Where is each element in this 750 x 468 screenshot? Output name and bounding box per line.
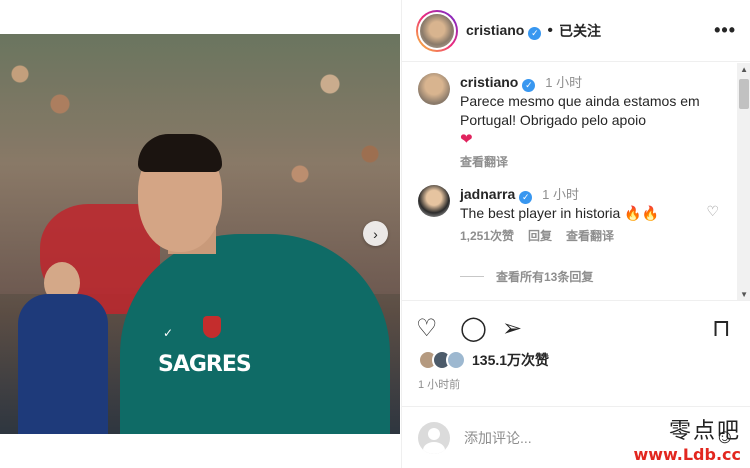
staff-figure — [18, 294, 108, 434]
scroll-thumb[interactable] — [739, 79, 749, 109]
post-header: cristiano ✓ • 已关注 ••• — [402, 0, 750, 62]
comment-time: 1 小时 — [542, 187, 579, 202]
add-comment-bar: ☺ 零点吧 www.Ldb.cc — [402, 406, 750, 468]
more-options-icon[interactable]: ••• — [714, 20, 736, 41]
comment-text: Parece mesmo que ainda estamos em Portug… — [460, 93, 700, 148]
post-actions: ♡ ◯ ➢ ⊓ — [416, 316, 736, 344]
comment-likes[interactable]: 1,251次赞 — [460, 227, 514, 246]
comment-avatar[interactable] — [418, 185, 450, 217]
author-avatar[interactable] — [416, 9, 458, 52]
liker-avatar — [446, 350, 466, 370]
comments-list: cristiano ✓ 1 小时 Parece mesmo que ainda e… — [402, 63, 750, 301]
current-user-avatar — [418, 421, 450, 454]
player-hair — [138, 134, 222, 172]
comment-item: cristiano ✓ 1 小时 Parece mesmo que ainda e… — [418, 73, 728, 172]
scroll-down-icon[interactable]: ▼ — [740, 290, 748, 299]
sponsor-logo: SAGRES — [158, 352, 252, 377]
see-translation-link[interactable]: 查看翻译 — [566, 227, 614, 246]
author-username[interactable]: cristiano ✓ — [466, 22, 542, 40]
comment-username[interactable]: jadnarra — [460, 186, 515, 202]
post-photo[interactable]: ✓ SAGRES — [0, 34, 400, 434]
comment-time: 1 小时 — [545, 75, 583, 90]
verified-icon: ✓ — [528, 26, 542, 40]
watermark-url: www.Ldb.cc — [633, 445, 741, 464]
federation-crest — [203, 316, 221, 338]
comment-avatar[interactable] — [418, 73, 450, 105]
watermark-chinese: 零点吧 — [668, 419, 741, 444]
follow-status-button[interactable]: 已关注 — [559, 21, 601, 41]
nike-logo: ✓ — [163, 326, 174, 340]
post-media-panel: ✓ SAGRES › — [0, 0, 401, 468]
likes-row[interactable]: 135.1万次赞 — [418, 350, 549, 370]
like-heart-icon[interactable]: ♡ — [416, 316, 438, 342]
scroll-up-icon[interactable]: ▲ — [740, 65, 748, 74]
see-translation-link[interactable]: 查看翻译 — [460, 153, 508, 172]
heart-emoji-icon: ❤ — [460, 131, 473, 148]
reply-button[interactable]: 回复 — [528, 227, 552, 246]
verified-icon: ✓ — [522, 79, 536, 92]
post-side-panel: cristiano ✓ • 已关注 ••• cristiano ✓ 1 小时 Par… — [401, 0, 750, 468]
comment-bubble-icon[interactable]: ◯ — [460, 316, 487, 342]
player-jersey — [120, 234, 390, 434]
bookmark-icon[interactable]: ⊓ — [712, 316, 731, 342]
comment-username[interactable]: cristiano — [460, 74, 518, 90]
next-image-button[interactable]: › — [363, 221, 388, 246]
comment-like-heart-icon[interactable]: ♡ — [706, 203, 719, 220]
share-send-icon[interactable]: ➢ — [502, 316, 522, 342]
post-timestamp: 1 小时前 — [418, 379, 461, 391]
separator-dot: • — [547, 21, 553, 39]
likes-count[interactable]: 135.1万次赞 — [472, 350, 549, 370]
comment-text: The best player in historia 🔥🔥 — [460, 205, 660, 221]
chevron-right-icon: › — [373, 225, 378, 242]
verified-icon: ✓ — [519, 191, 533, 204]
comment-item: jadnarra ✓ 1 小时 The best player in histor… — [418, 185, 728, 246]
view-replies-link[interactable]: 查看所有13条回复 — [460, 268, 593, 285]
site-watermark: 零点吧 www.Ldb.cc — [633, 413, 741, 464]
comments-scrollbar[interactable]: ▲ ▼ — [737, 63, 750, 300]
